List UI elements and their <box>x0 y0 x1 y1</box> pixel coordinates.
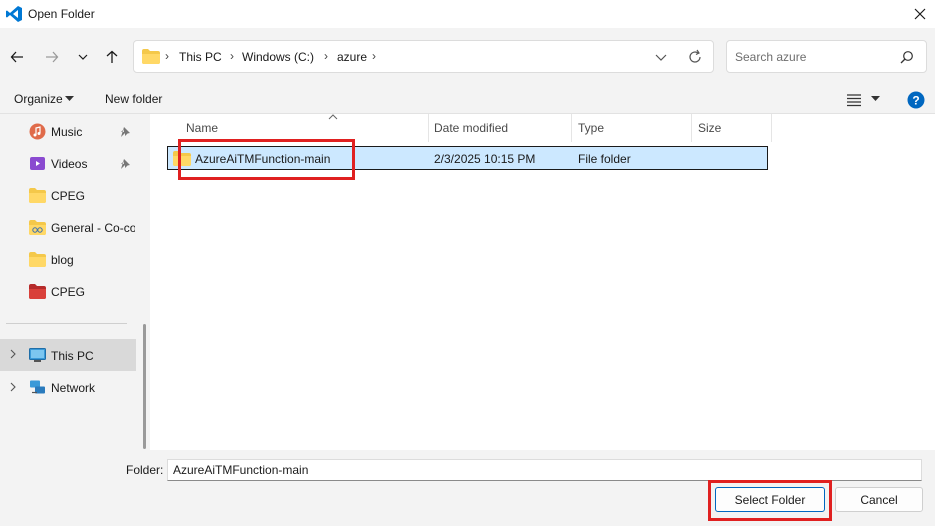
highlight-folder-row <box>178 139 355 180</box>
chevron-down-icon <box>78 54 88 60</box>
sidebar-item-videos[interactable]: Videos <box>0 148 136 178</box>
navigation-pane: Music Videos CPEG General - Co-co blog C… <box>0 114 150 450</box>
chevron-down-icon[interactable] <box>653 49 669 65</box>
breadcrumb-azure[interactable]: azure <box>337 50 367 64</box>
breadcrumb-separator: › <box>372 49 376 63</box>
recent-locations-button[interactable] <box>72 46 94 68</box>
column-header-name[interactable]: Name <box>180 114 429 142</box>
sidebar-item-label: General - Co-co <box>51 221 135 235</box>
search-icon <box>900 51 913 64</box>
up-button[interactable] <box>101 46 123 68</box>
sidebar-item-blog[interactable]: blog <box>0 244 136 274</box>
sidebar-item-cpeg-red[interactable]: CPEG <box>0 276 136 306</box>
pin-icon <box>121 127 130 137</box>
chevron-right-icon[interactable] <box>8 349 18 359</box>
new-folder-button[interactable]: New folder <box>105 92 162 106</box>
pin-icon <box>121 159 130 169</box>
arrow-right-icon <box>46 51 59 63</box>
arrow-left-icon <box>10 51 23 63</box>
caret-down-icon[interactable] <box>871 96 880 102</box>
cancel-button[interactable]: Cancel <box>835 487 923 512</box>
breadcrumb-separator: › <box>324 49 328 63</box>
row-type: File folder <box>578 152 631 166</box>
sidebar-divider <box>6 323 127 324</box>
sidebar-item-label: This PC <box>51 349 94 363</box>
close-button[interactable] <box>905 0 935 28</box>
vscode-icon <box>6 6 22 22</box>
sidebar-item-music[interactable]: Music <box>0 116 136 146</box>
svg-text:?: ? <box>912 94 919 108</box>
navigation-bar: › This PC › Windows (C:) › azure › Searc… <box>0 28 935 86</box>
folder-icon <box>29 188 46 203</box>
sidebar-item-label: blog <box>51 253 74 267</box>
folder-label: Folder: <box>126 463 164 477</box>
sidebar-item-label: CPEG <box>51 189 86 203</box>
folder-name-input[interactable] <box>167 459 922 481</box>
sidebar-item-this-pc[interactable]: This PC <box>0 339 136 371</box>
breadcrumb-separator: › <box>230 49 234 63</box>
sidebar-item-cpeg[interactable]: CPEG <box>0 180 136 210</box>
refresh-icon[interactable] <box>687 49 703 65</box>
address-bar[interactable]: › This PC › Windows (C:) › azure › <box>133 40 714 73</box>
column-header-type[interactable]: Type <box>572 114 692 142</box>
search-box[interactable]: Search azure <box>726 40 927 73</box>
breadcrumb-separator: › <box>165 49 169 63</box>
network-icon <box>30 380 45 394</box>
chevron-right-icon[interactable] <box>8 382 18 392</box>
highlight-select-button <box>708 480 832 521</box>
sidebar-item-label: CPEG <box>51 285 86 299</box>
window-title: Open Folder <box>28 7 95 21</box>
column-header-size[interactable]: Size <box>692 114 772 142</box>
folder-icon <box>29 252 46 267</box>
red-folder-icon <box>29 284 46 299</box>
caret-down-icon <box>65 96 74 101</box>
arrow-up-icon <box>106 50 118 63</box>
command-toolbar: Organize New folder ? <box>0 86 935 114</box>
sidebar-item-network[interactable]: Network <box>0 372 136 402</box>
breadcrumb-this-pc[interactable]: This PC <box>179 50 222 64</box>
videos-icon <box>30 157 45 170</box>
title-bar: Open Folder <box>0 0 935 28</box>
sidebar-scrollbar[interactable] <box>143 324 146 449</box>
music-icon <box>29 123 46 140</box>
view-list-icon[interactable] <box>847 93 861 107</box>
sidebar-item-general[interactable]: General - Co-co <box>0 212 136 242</box>
folder-icon <box>142 49 160 64</box>
shared-folder-icon <box>29 220 46 235</box>
breadcrumb-windows-c[interactable]: Windows (C:) <box>242 50 314 64</box>
close-icon <box>914 8 926 20</box>
row-date: 2/3/2025 10:15 PM <box>434 152 536 166</box>
organize-button[interactable]: Organize <box>14 92 63 106</box>
sidebar-item-label: Network <box>51 381 96 395</box>
search-input[interactable]: Search azure <box>735 50 806 64</box>
forward-button[interactable] <box>41 46 63 68</box>
help-icon[interactable]: ? <box>907 91 925 109</box>
column-header-date-modified[interactable]: Date modified <box>428 114 572 142</box>
back-button[interactable] <box>6 46 28 68</box>
sort-ascending-icon <box>328 114 338 120</box>
computer-icon <box>29 348 46 362</box>
